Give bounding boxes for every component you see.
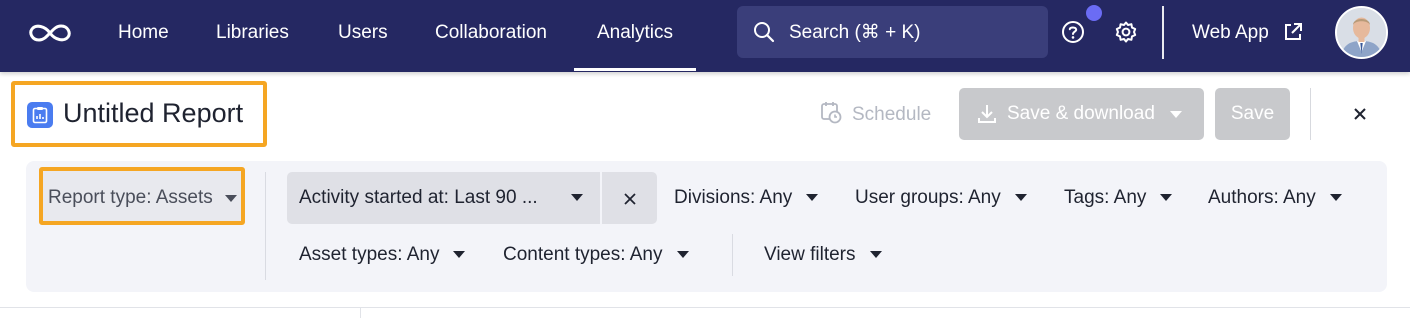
gear-icon[interactable] bbox=[1113, 19, 1139, 45]
activity-filter-label: Activity started at: Last 90 ... bbox=[299, 187, 538, 208]
search-placeholder: Search (⌘ + K) bbox=[789, 22, 921, 43]
nav-divider bbox=[1162, 6, 1164, 59]
report-type-label: Report type: Assets bbox=[48, 187, 213, 208]
asset-types-filter[interactable]: Asset types: Any bbox=[299, 229, 466, 281]
user-groups-filter-label: User groups: Any bbox=[855, 187, 1001, 208]
content-types-filter[interactable]: Content types: Any bbox=[503, 229, 689, 281]
nav-item-home[interactable]: Home bbox=[118, 0, 169, 72]
save-and-download-button[interactable]: Save & download bbox=[959, 88, 1204, 140]
nav-item-collaboration[interactable]: Collaboration bbox=[435, 0, 547, 72]
external-link-icon[interactable] bbox=[1283, 22, 1303, 42]
content-types-filter-label: Content types: Any bbox=[503, 244, 663, 265]
tags-filter-label: Tags: Any bbox=[1064, 187, 1147, 208]
save-button[interactable]: Save bbox=[1215, 88, 1290, 140]
column-divider bbox=[360, 308, 361, 318]
report-title-container[interactable]: Untitled Report bbox=[11, 81, 267, 147]
user-avatar[interactable] bbox=[1335, 6, 1388, 59]
report-type-dropdown[interactable]: Report type: Assets bbox=[39, 167, 245, 225]
close-icon bbox=[624, 193, 636, 205]
nav-item-users[interactable]: Users bbox=[338, 0, 388, 72]
divisions-filter[interactable]: Divisions: Any bbox=[674, 172, 819, 224]
schedule-button[interactable]: Schedule bbox=[820, 101, 931, 129]
search-icon bbox=[753, 21, 775, 48]
divisions-filter-label: Divisions: Any bbox=[674, 187, 793, 208]
authors-filter[interactable]: Authors: Any bbox=[1208, 172, 1342, 224]
filter-divider bbox=[265, 172, 266, 280]
chevron-down-icon bbox=[676, 251, 689, 259]
view-filters-label: View filters bbox=[764, 244, 856, 265]
search-box[interactable]: Search (⌘ + K) bbox=[737, 6, 1048, 58]
header-divider bbox=[1310, 88, 1311, 140]
chevron-down-icon bbox=[225, 195, 237, 202]
activity-started-filter[interactable]: Activity started at: Last 90 ... bbox=[287, 172, 600, 224]
content-divider bbox=[0, 307, 1410, 308]
chevron-down-icon bbox=[453, 251, 466, 259]
chevron-down-icon bbox=[1014, 194, 1027, 202]
filter-row-divider bbox=[732, 234, 733, 276]
schedule-label: Schedule bbox=[852, 104, 932, 125]
top-nav: Home Libraries Users Collaboration Analy… bbox=[0, 0, 1410, 72]
chevron-down-icon bbox=[1329, 194, 1342, 202]
chevron-down-icon bbox=[806, 194, 819, 202]
tags-filter[interactable]: Tags: Any bbox=[1064, 172, 1173, 224]
save-and-download-label: Save & download bbox=[1007, 103, 1155, 124]
calendar-clock-icon bbox=[820, 100, 852, 130]
asset-types-filter-label: Asset types: Any bbox=[299, 244, 440, 265]
chevron-down-icon bbox=[571, 194, 583, 201]
download-icon bbox=[977, 103, 997, 131]
clear-activity-filter-button[interactable] bbox=[602, 172, 657, 224]
help-icon[interactable] bbox=[1060, 19, 1086, 45]
infinity-logo-icon[interactable] bbox=[26, 16, 74, 50]
chevron-down-icon[interactable] bbox=[1170, 111, 1182, 118]
close-icon[interactable] bbox=[1350, 104, 1370, 124]
chevron-down-icon bbox=[1160, 194, 1173, 202]
report-title[interactable]: Untitled Report bbox=[63, 98, 243, 129]
web-app-link[interactable]: Web App bbox=[1192, 0, 1269, 66]
report-clipboard-icon bbox=[27, 102, 53, 128]
nav-item-analytics[interactable]: Analytics bbox=[573, 0, 697, 72]
view-filters-button[interactable]: View filters bbox=[764, 229, 882, 281]
notification-dot bbox=[1086, 5, 1102, 21]
nav-item-libraries[interactable]: Libraries bbox=[216, 0, 289, 72]
authors-filter-label: Authors: Any bbox=[1208, 187, 1316, 208]
chevron-down-icon bbox=[869, 251, 882, 259]
user-groups-filter[interactable]: User groups: Any bbox=[855, 172, 1027, 224]
